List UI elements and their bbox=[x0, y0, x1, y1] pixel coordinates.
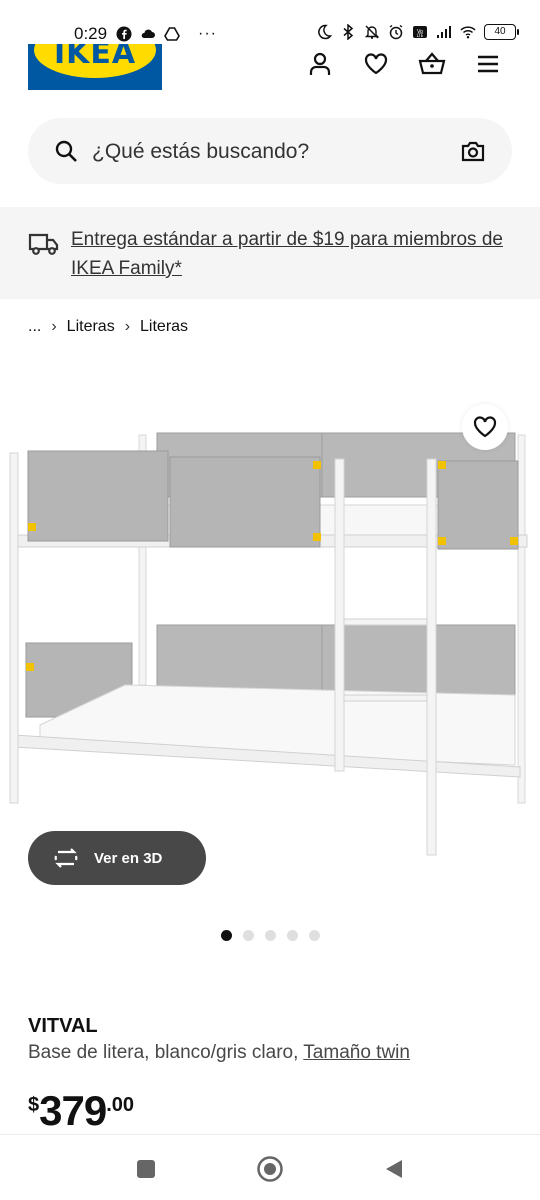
status-bar: 0:29 ··· Vo LTE 40 bbox=[0, 0, 540, 44]
volte-icon: VoLTE bbox=[413, 26, 427, 38]
breadcrumb-item-literas-current[interactable]: Literas bbox=[140, 318, 188, 336]
delivery-banner-link[interactable]: Entrega estándar a partir de $19 para mi… bbox=[71, 225, 519, 283]
bluetooth-icon bbox=[343, 24, 354, 40]
view-3d-label: Ver en 3D bbox=[94, 849, 163, 867]
gallery-dot[interactable] bbox=[287, 930, 298, 941]
heart-icon[interactable] bbox=[362, 50, 390, 78]
drive-icon bbox=[164, 27, 180, 41]
size-link[interactable]: Tamaño twin bbox=[303, 1042, 410, 1063]
recents-button[interactable] bbox=[132, 1155, 160, 1183]
product-price: $ 379 .00 bbox=[28, 1088, 134, 1134]
heart-icon bbox=[473, 416, 497, 438]
header-actions bbox=[306, 50, 502, 78]
product-image[interactable] bbox=[0, 395, 540, 865]
breadcrumb: ... › Literas › Literas bbox=[28, 318, 188, 336]
site-header: IKEA bbox=[0, 44, 540, 100]
battery-indicator: 40 bbox=[484, 24, 519, 40]
status-more: ··· bbox=[198, 25, 217, 42]
svg-text:LTE: LTE bbox=[417, 33, 424, 38]
gallery-pagination bbox=[221, 930, 320, 941]
signal-icon bbox=[437, 26, 451, 38]
gallery-dot[interactable] bbox=[243, 930, 254, 941]
gallery-dot[interactable] bbox=[265, 930, 276, 941]
price-decimals: .00 bbox=[106, 1094, 135, 1116]
wifi-icon bbox=[460, 26, 476, 39]
view-3d-button[interactable]: Ver en 3D bbox=[28, 831, 206, 885]
alarm-icon bbox=[389, 24, 403, 40]
cloud-icon bbox=[141, 29, 155, 38]
back-button[interactable] bbox=[380, 1155, 408, 1183]
search-bar[interactable]: ¿Qué estás buscando? bbox=[28, 118, 512, 184]
facebook-icon bbox=[116, 26, 132, 42]
status-time: 0:29 bbox=[74, 24, 108, 43]
breadcrumb-ellipsis[interactable]: ... bbox=[28, 318, 41, 336]
breadcrumb-item-literas[interactable]: Literas bbox=[67, 318, 115, 336]
logo-text: IKEA bbox=[53, 44, 137, 71]
gallery-dot[interactable] bbox=[221, 930, 232, 941]
home-button[interactable] bbox=[256, 1155, 284, 1183]
search-icon bbox=[55, 140, 77, 162]
price-integer: 379 bbox=[39, 1087, 107, 1134]
rotate-3d-icon bbox=[54, 848, 78, 868]
gallery-dot[interactable] bbox=[309, 930, 320, 941]
product-description: Base de litera, blanco/gris claro, Tamañ… bbox=[28, 1042, 410, 1064]
basket-icon[interactable] bbox=[418, 50, 446, 78]
search-input[interactable]: ¿Qué estás buscando? bbox=[92, 140, 309, 164]
dnd-moon-icon bbox=[318, 24, 332, 40]
back-triangle-icon bbox=[386, 1160, 402, 1178]
breadcrumb-separator: › bbox=[51, 318, 57, 335]
product-description-text: Base de litera, blanco/gris claro, bbox=[28, 1042, 304, 1063]
price-currency: $ bbox=[28, 1094, 40, 1116]
user-icon[interactable] bbox=[306, 50, 334, 78]
ikea-logo[interactable]: IKEA bbox=[28, 44, 162, 90]
delivery-banner[interactable]: Entrega estándar a partir de $19 para mi… bbox=[0, 207, 540, 299]
truck-icon bbox=[28, 233, 59, 255]
breadcrumb-separator: › bbox=[124, 318, 131, 335]
favorite-button[interactable] bbox=[462, 404, 508, 450]
system-nav-bar bbox=[0, 1134, 540, 1200]
home-circle-icon bbox=[257, 1156, 283, 1182]
product-name: VITVAL bbox=[28, 1015, 98, 1037]
menu-icon[interactable] bbox=[474, 50, 502, 78]
square-icon bbox=[137, 1160, 155, 1178]
mute-bell-icon bbox=[364, 25, 380, 39]
camera-icon[interactable] bbox=[460, 138, 486, 164]
status-right-icons: Vo LTE 40 bbox=[316, 24, 519, 40]
status-left-icons: ··· bbox=[116, 25, 217, 43]
